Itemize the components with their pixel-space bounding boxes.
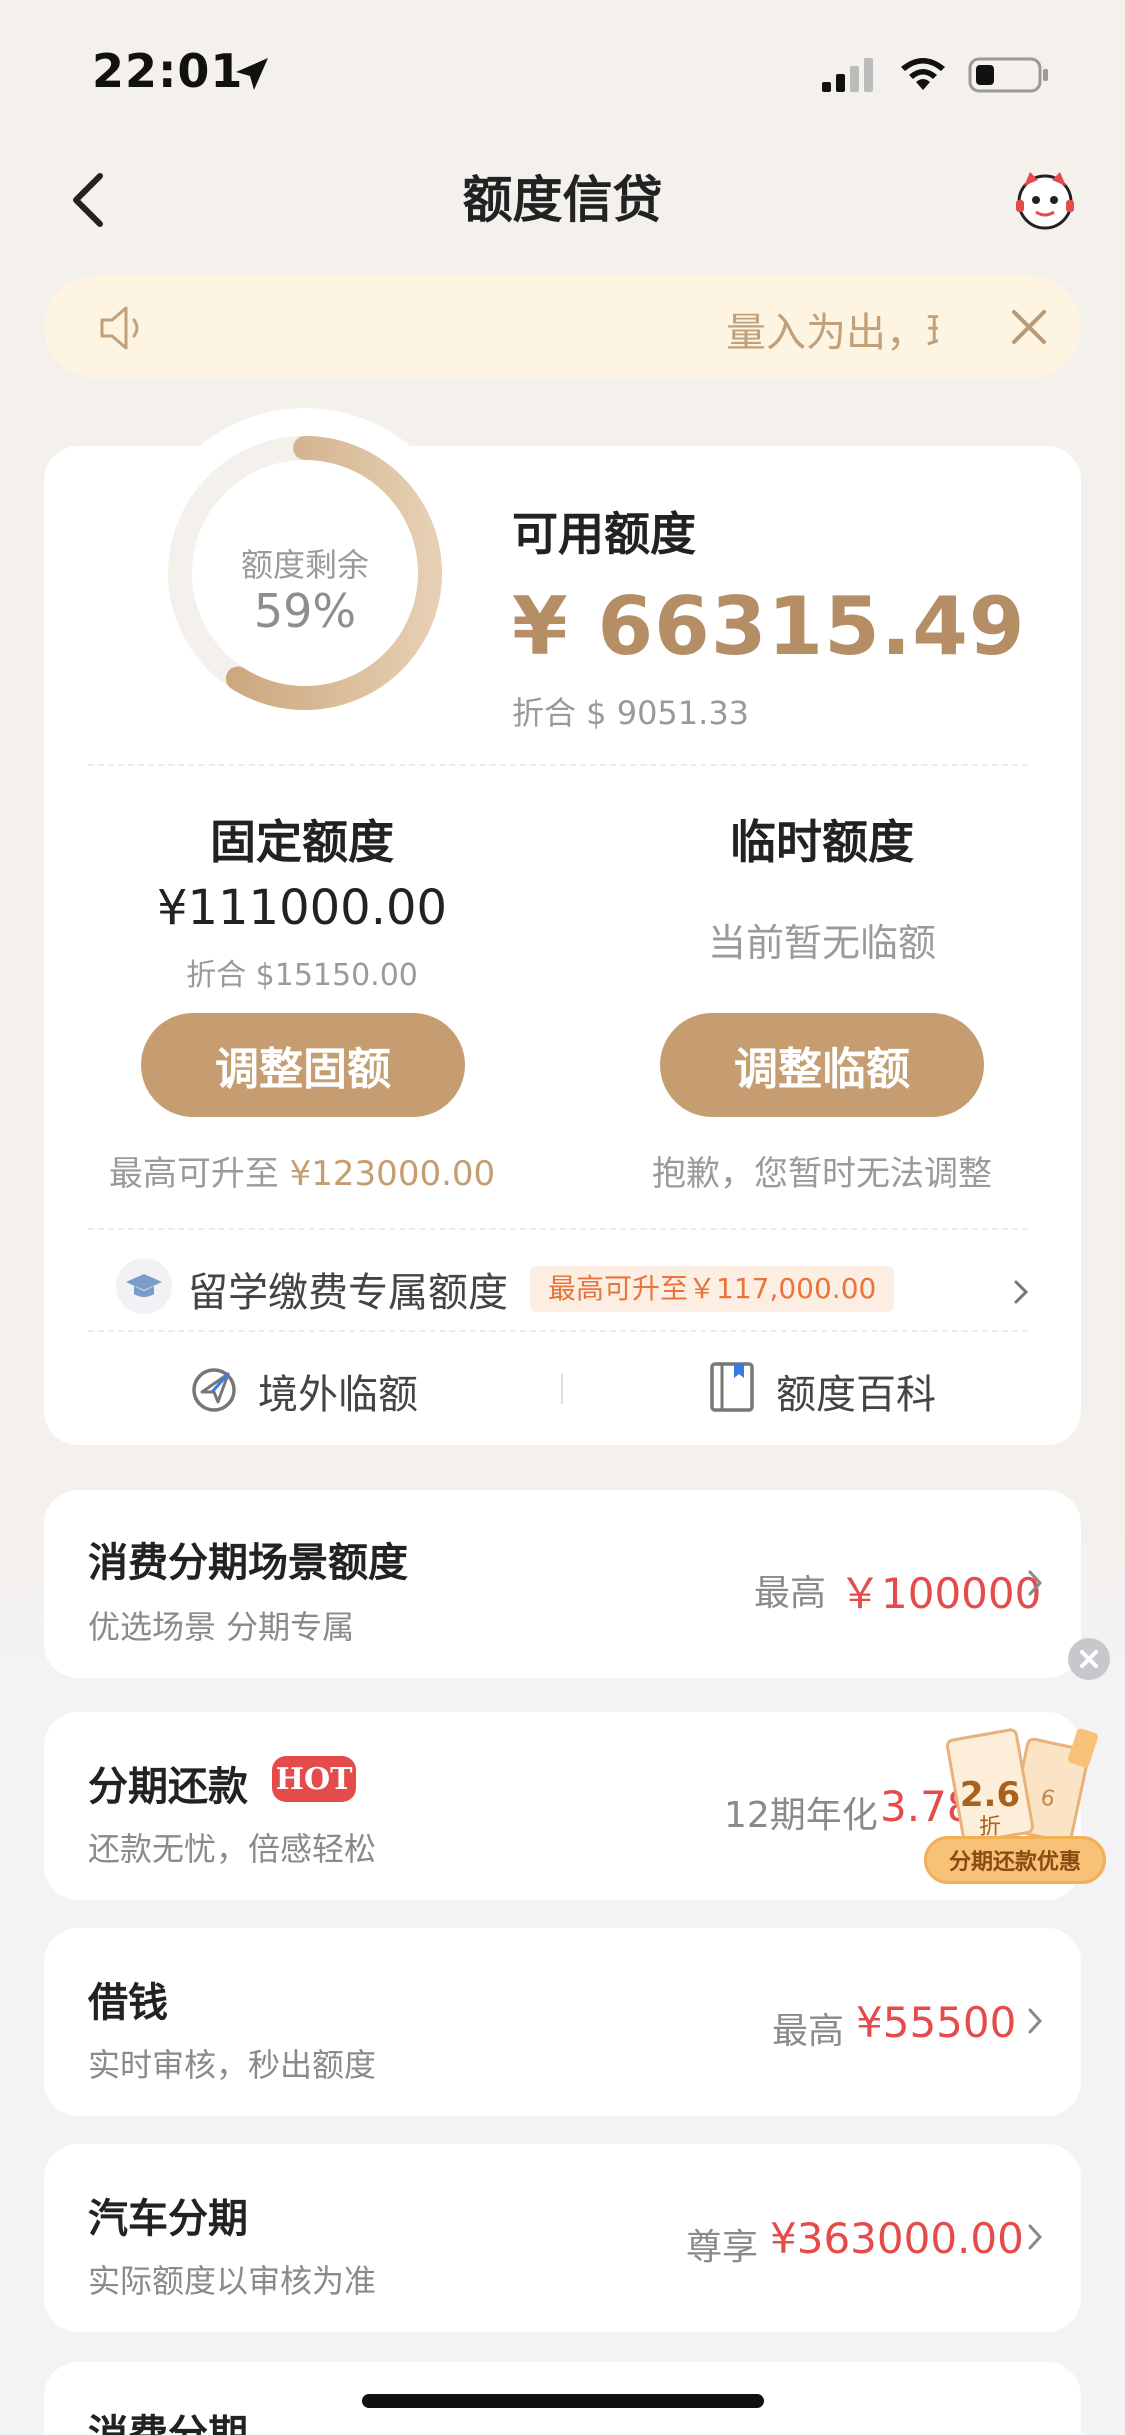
product-value: ¥363000.00: [770, 2214, 1024, 2263]
temp-credit-none: 当前暂无临额: [707, 921, 936, 965]
product-value: ￥100000: [839, 1569, 1042, 1618]
location-arrow-icon: [236, 58, 268, 90]
temp-credit-title: 临时额度: [730, 815, 914, 869]
cellular-signal-icon: [822, 58, 873, 92]
product-prefix: 最高: [754, 1573, 827, 1614]
wifi-icon: [901, 58, 945, 90]
fixed-max-value: ¥123000.00: [289, 1154, 496, 1194]
ring-label: 额度剩余: [240, 546, 369, 584]
product-title: 汽车分期: [88, 2196, 248, 2242]
chevron-right-icon: [1028, 1570, 1043, 1596]
available-credit-usd: 折合 $ 9051.33: [512, 694, 750, 732]
fixed-credit-usd: 折合 $15150.00: [186, 958, 418, 993]
float-close-button[interactable]: [1068, 1638, 1110, 1680]
product-subtitle: 实际额度以审核为准: [88, 2262, 377, 2300]
chevron-right-icon[interactable]: [1010, 1276, 1032, 1308]
temp-sorry-text: 抱歉，您暂时无法调整: [652, 1154, 992, 1194]
product-subtitle: 优选场景 分期专属: [88, 1608, 355, 1646]
product-title: 借钱: [88, 1980, 168, 2026]
chevron-right-icon: [1028, 2008, 1043, 2034]
hot-badge: HOT: [272, 1756, 356, 1802]
divider: [88, 1330, 1028, 1332]
speaker-icon: [100, 306, 139, 350]
product-title: 消费分期场景额度: [88, 1540, 408, 1586]
product-value: ¥55500: [856, 1998, 1017, 2047]
book-icon: [710, 1362, 754, 1412]
fixed-credit-title: 固定额度: [210, 815, 394, 869]
adjust-fixed-button[interactable]: 调整固额: [141, 1013, 465, 1117]
product-subtitle: 实时审核，秒出额度: [88, 2046, 377, 2084]
fixed-max-text: 最高可升至 ¥123000.00: [92, 1146, 512, 1195]
adjust-temp-button[interactable]: 调整临额: [660, 1013, 984, 1117]
fixed-max-prefix: 最高可升至: [108, 1154, 279, 1194]
product-prefix: 尊享: [686, 2227, 759, 2268]
close-icon[interactable]: [1008, 306, 1050, 348]
battery-icon: [968, 57, 1048, 93]
abroad-temp-link[interactable]: 境外临额: [258, 1362, 418, 1420]
promo-discount: 2.6: [960, 1775, 1020, 1815]
product-prefix: 最高: [772, 2011, 845, 2052]
product-subtitle: 还款无忧，倍感轻松: [88, 1830, 377, 1868]
notice-text: 量入为出，理性消费: [726, 310, 938, 356]
product-card-installment-scene[interactable]: 消费分期场景额度 优选场景 分期专属 最高 ￥100000: [44, 1490, 1081, 1678]
abroad-plane-icon: [192, 1368, 236, 1412]
available-credit-label: 可用额度: [512, 507, 696, 561]
mascot-avatar-icon[interactable]: [1012, 166, 1078, 232]
study-credit-badge: 最高可升至￥117,000.00: [530, 1266, 895, 1312]
product-title: 分期还款: [88, 1764, 248, 1810]
fixed-credit-amount: ¥111000.00: [156, 880, 448, 936]
study-cap-icon: [116, 1258, 172, 1314]
credit-wiki-link[interactable]: 额度百科: [776, 1362, 936, 1420]
page-title: 额度信贷: [462, 171, 663, 229]
promo-label[interactable]: 分期还款优惠: [924, 1836, 1106, 1884]
product-title: 消费分期: [88, 2412, 248, 2435]
divider: [88, 764, 1028, 766]
product-card-car-installment[interactable]: 汽车分期 实际额度以审核为准 尊享 ¥363000.00: [44, 2144, 1081, 2332]
chevron-right-icon: [1028, 2224, 1043, 2250]
separator: [561, 1374, 563, 1404]
study-credit-label[interactable]: 留学缴费专属额度: [188, 1260, 508, 1318]
status-time: 22:01: [92, 44, 244, 98]
product-prefix: 12期年化: [724, 1795, 878, 1836]
divider: [88, 1228, 1028, 1230]
product-card-borrow[interactable]: 借钱 实时审核，秒出额度 最高 ¥55500: [44, 1928, 1081, 2116]
ring-percent: 59%: [253, 584, 357, 638]
home-indicator: [362, 2394, 764, 2408]
available-credit-amount: ¥ 66315.49: [512, 580, 1026, 673]
